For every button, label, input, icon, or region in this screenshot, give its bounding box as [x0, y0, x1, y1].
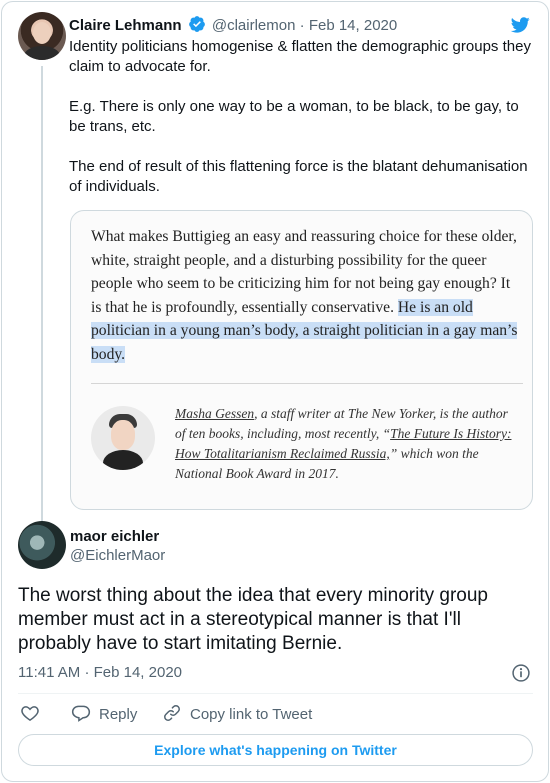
parent-paragraph-1: Identity politicians homogenise & flatte…: [69, 38, 531, 75]
parent-tweet-date[interactable]: Feb 14, 2020: [309, 17, 397, 34]
main-author-name[interactable]: maor eichler: [70, 528, 159, 546]
parent-tweet-image[interactable]: What makes Buttigieg an easy and reassur…: [70, 210, 533, 510]
article-excerpt: What makes Buttigieg an easy and reassur…: [91, 225, 521, 366]
tweet-time: 11:41 AM: [18, 664, 81, 681]
parent-author-avatar[interactable]: [18, 12, 66, 60]
parent-author-name[interactable]: Claire Lehmann: [69, 17, 182, 34]
heart-icon: [21, 706, 39, 721]
tweet-timestamp[interactable]: 11:41 AM · Feb 14, 2020: [18, 663, 182, 683]
meta-divider: [18, 693, 533, 694]
parent-tweet-text: Identity politicians homogenise & flatte…: [69, 37, 534, 217]
reply-icon: [71, 705, 91, 722]
excerpt-divider: [91, 383, 523, 384]
article-author-bio: Masha Gessen, a staff writer at The New …: [175, 404, 520, 484]
article-author-illustration: [91, 406, 155, 470]
like-button[interactable]: [20, 703, 40, 725]
header-separator: ·: [299, 17, 305, 34]
parent-paragraph-3: The end of result of this flattening for…: [69, 158, 528, 195]
illustration-body: [103, 450, 143, 470]
verified-badge-icon: [188, 16, 205, 32]
copy-link-button[interactable]: Copy link to Tweet: [162, 703, 312, 725]
main-author-handle[interactable]: @EichlerMaor: [70, 547, 165, 565]
main-author-avatar[interactable]: [18, 521, 66, 569]
illustration-face: [111, 420, 135, 450]
info-icon[interactable]: [511, 663, 531, 683]
explore-twitter-button[interactable]: Explore what's happening on Twitter: [18, 734, 533, 766]
reply-label: Reply: [99, 706, 138, 723]
twitter-bird-icon[interactable]: [508, 15, 532, 35]
parent-paragraph-2: E.g. There is only one way to be a woman…: [69, 98, 519, 135]
tweet-date: Feb 14, 2020: [93, 664, 183, 681]
reply-button[interactable]: Reply: [71, 703, 137, 725]
thread-connector-line: [41, 66, 43, 526]
parent-tweet-header: Claire Lehmann @clairlemon · Feb 14, 202…: [69, 15, 397, 36]
main-tweet-text: The worst thing about the idea that ever…: [18, 585, 488, 654]
link-icon: [164, 705, 180, 721]
tweet-actions: Reply Copy link to Tweet: [18, 703, 533, 725]
avatar-shoulders: [24, 46, 60, 60]
timestamp-separator: ·: [84, 664, 90, 681]
copy-link-label: Copy link to Tweet: [190, 706, 313, 723]
avatar-face: [33, 22, 51, 44]
bio-author-name: Masha Gessen: [175, 406, 255, 421]
parent-author-handle[interactable]: @clairlemon: [212, 17, 296, 34]
